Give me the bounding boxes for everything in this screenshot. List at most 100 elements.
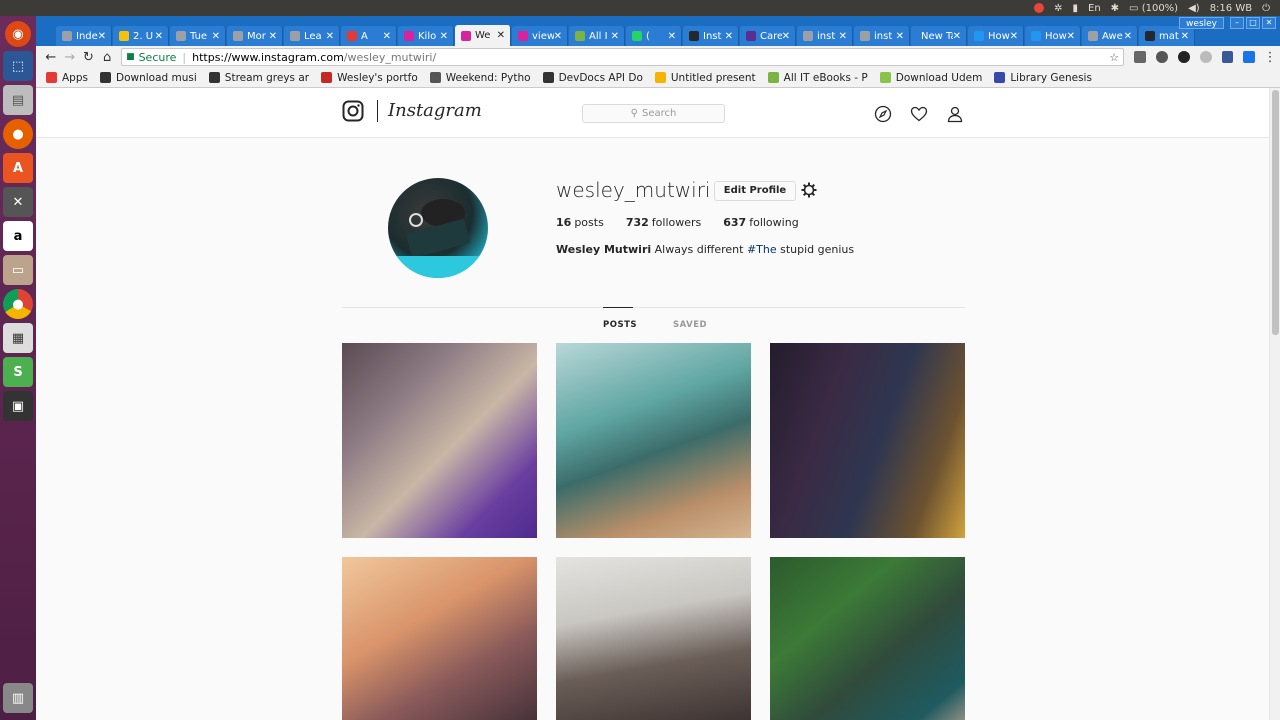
firefox-icon[interactable]: ● [3,119,33,149]
browser-tab[interactable]: Care ✕ [740,26,796,46]
bookmark-item[interactable]: Download musi [99,72,197,84]
calculator-icon[interactable]: ▦ [3,323,33,353]
forward-icon[interactable]: → [61,50,79,65]
trash-icon[interactable]: ▥ [3,683,33,713]
browser-tab[interactable]: inst ✕ [854,26,910,46]
battery-indicator[interactable]: ▭ (100%) [1129,3,1178,14]
tab-close-icon[interactable]: ✕ [383,31,391,42]
extension-icon[interactable] [1243,51,1256,63]
menu-icon[interactable]: ⋮ [1261,50,1279,65]
sublime-icon[interactable]: S [3,357,33,387]
address-bar[interactable]: ■ Secure | https://www.instagram.com/wes… [121,48,1125,66]
browser-tab[interactable]: New Ta✕ [911,26,967,46]
browser-tab[interactable]: Lea ✕ [284,26,340,46]
extension-icon[interactable] [1199,51,1212,63]
close-window-icon[interactable]: ✕ [1262,17,1276,29]
maximize-icon[interactable]: □ [1246,17,1260,29]
tab-close-icon[interactable]: ✕ [440,31,448,42]
facebook-extension-icon[interactable] [1221,51,1234,63]
browser-tab[interactable]: Tue ✕ [170,26,226,46]
search-input[interactable]: ⚲ Search [582,104,725,123]
instagram-camera-icon[interactable] [342,100,364,122]
volume-icon[interactable]: ◀) [1188,3,1200,14]
bookmark-item[interactable]: DevDocs API Do [542,72,643,84]
tab-close-icon[interactable]: ✕ [1067,31,1075,42]
bluetooth-icon[interactable]: ✱ [1111,3,1119,14]
browser-tab[interactable]: Awe ✕ [1082,26,1138,46]
browser-tab[interactable]: How ✕ [1025,26,1081,46]
heart-icon[interactable] [910,105,928,123]
reload-icon[interactable]: ↻ [80,50,98,65]
extension-icon[interactable] [1134,51,1146,63]
back-icon[interactable]: ← [42,50,60,65]
tab-close-icon[interactable]: ✕ [1181,31,1189,42]
bookmark-star-icon[interactable]: ☆ [1109,51,1119,64]
bookmark-item[interactable]: Weekend: Pytho [429,72,531,84]
tab-close-icon[interactable]: ✕ [1124,31,1132,42]
tab-close-icon[interactable]: ✕ [668,31,676,42]
chrome-tray-icon[interactable] [1034,3,1045,13]
browser-tab[interactable]: We ✕ [455,25,511,46]
bio-hashtag-link[interactable]: #The [747,243,777,256]
browser-tab[interactable]: Mor ✕ [227,26,283,46]
edit-profile-button[interactable]: Edit Profile [714,181,796,201]
page-scrollbar[interactable] [1269,88,1280,720]
post-thumbnail[interactable] [342,557,537,720]
apps-shortcut[interactable]: Apps [46,72,88,84]
tab-close-icon[interactable]: ✕ [98,31,106,42]
following-stat[interactable]: 637 following [723,216,798,229]
profile-icon[interactable] [946,105,964,123]
tab-close-icon[interactable]: ✕ [839,31,847,42]
keyboard-layout-icon[interactable]: En [1088,3,1101,14]
bookmark-item[interactable]: Download Udem [879,72,982,84]
browser-tab[interactable]: All I ✕ [569,26,625,46]
extension-icon[interactable] [1177,51,1190,63]
software-center-icon[interactable]: A [3,153,33,183]
tab-posts[interactable]: POSTS [603,320,637,330]
tab-close-icon[interactable]: ✕ [896,31,904,42]
home-icon[interactable]: ⌂ [98,50,116,65]
browser-tab[interactable]: inst ✕ [797,26,853,46]
profile-button[interactable]: wesley [1179,17,1224,29]
followers-stat[interactable]: 732 followers [626,216,701,229]
bookmark-item[interactable]: All IT eBooks - P [767,72,868,84]
browser-tab[interactable]: ( ✕ [626,26,682,46]
browser-tab[interactable]: A ✕ [341,26,397,46]
instagram-wordmark[interactable]: Instagram [388,100,482,121]
browser-tab[interactable]: Inst ✕ [683,26,739,46]
tab-close-icon[interactable]: ✕ [155,31,163,42]
post-thumbnail[interactable] [770,557,965,720]
tab-close-icon[interactable]: ✕ [953,31,961,42]
tab-close-icon[interactable]: ✕ [212,31,220,42]
tab-close-icon[interactable]: ✕ [611,31,619,42]
browser-tab[interactable]: view ✕ [512,26,568,46]
bookmark-item[interactable]: Untitled present [654,72,756,84]
minimize-icon[interactable]: – [1230,17,1244,29]
files-icon[interactable]: ▤ [3,85,33,115]
tab-close-icon[interactable]: ✕ [782,31,790,42]
bookmark-item[interactable]: Library Genesis [994,72,1092,84]
bookmark-item[interactable]: Wesley's portfo [321,72,418,84]
post-thumbnail[interactable] [342,343,537,538]
settings-tray-icon[interactable]: ✲ [1054,3,1062,14]
bookmark-item[interactable]: Stream greys ar [208,72,309,84]
scrollbar-thumb[interactable] [1272,90,1279,335]
browser-tab[interactable]: Inde ✕ [56,26,112,46]
amazon-icon[interactable]: a [3,221,33,251]
extension-icon[interactable] [1155,51,1168,63]
ubuntu-dash-icon[interactable]: ◉ [5,21,31,47]
chrome-icon[interactable]: ● [3,289,33,319]
explore-compass-icon[interactable] [874,105,892,123]
browser-tab[interactable]: Kilo ✕ [398,26,454,46]
browser-tab[interactable]: How ✕ [968,26,1024,46]
post-thumbnail[interactable] [556,343,751,538]
code-editor-icon[interactable]: ⬚ [3,51,33,81]
tab-close-icon[interactable]: ✕ [497,30,505,41]
post-thumbnail[interactable] [770,343,965,538]
gear-icon[interactable] [801,182,817,198]
tab-close-icon[interactable]: ✕ [326,31,334,42]
terminal-icon[interactable]: ▣ [3,391,33,421]
folder-icon[interactable]: ▭ [3,255,33,285]
post-thumbnail[interactable] [556,557,751,720]
avatar[interactable] [388,178,488,278]
